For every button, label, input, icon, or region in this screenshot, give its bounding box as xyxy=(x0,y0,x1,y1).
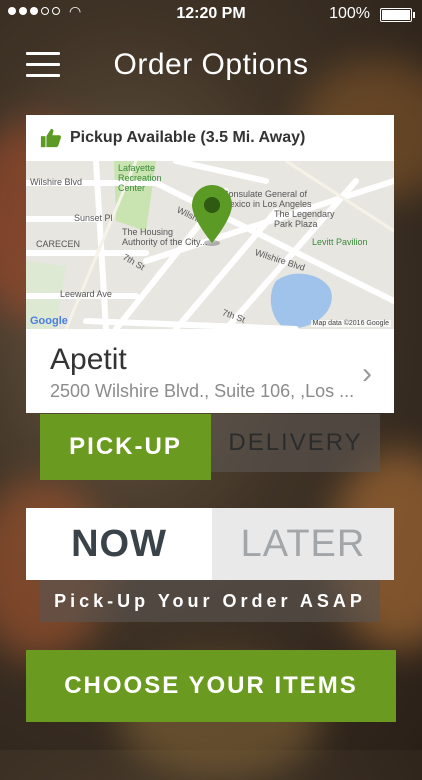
map-pin-icon xyxy=(192,185,232,246)
map[interactable]: Wilshire Blvd Lafayette Recreation Cente… xyxy=(26,161,394,329)
page-title: Order Options xyxy=(113,48,309,81)
map-label: Consulate General of Mexico in Los Angel… xyxy=(222,189,312,209)
restaurant-row[interactable]: Apetit 2500 Wilshire Blvd., Suite 106, ,… xyxy=(26,329,394,413)
restaurant-name: Apetit xyxy=(50,343,127,376)
pickup-hint: Pick-Up Your Order ASAP xyxy=(40,580,380,622)
order-time-toggle: NOW LATER xyxy=(26,508,394,580)
later-button[interactable]: LATER xyxy=(212,508,394,580)
restaurant-address: 2500 Wilshire Blvd., Suite 106, ,Los ... xyxy=(50,381,355,401)
pickup-availability: Pickup Available (3.5 Mi. Away) xyxy=(26,115,394,161)
battery-icon xyxy=(380,8,415,22)
map-label: Wilshire Blvd xyxy=(30,177,83,187)
chevron-right-icon: › xyxy=(362,357,372,390)
map-credit: Map data ©2016 Google xyxy=(310,320,391,327)
map-label: Lafayette Recreation Center xyxy=(118,163,162,193)
delivery-button[interactable]: DELIVERY xyxy=(211,414,380,472)
google-logo: Google xyxy=(30,315,68,327)
map-label: Leeward Ave xyxy=(60,289,112,299)
header: Order Options xyxy=(0,38,422,92)
battery-percent: 100% xyxy=(329,5,370,22)
status-bar: ◠ 12:20 PM 100% xyxy=(0,0,422,28)
now-button[interactable]: NOW xyxy=(26,508,212,580)
location-card: Pickup Available (3.5 Mi. Away) Wilshire… xyxy=(26,115,394,413)
pickup-button[interactable]: PICK-UP xyxy=(40,414,211,480)
thumbs-up-icon xyxy=(40,128,61,148)
map-label: CARECEN xyxy=(36,239,81,249)
map-label: Levitt Pavilion xyxy=(312,237,368,247)
pickup-availability-label: Pickup Available (3.5 Mi. Away) xyxy=(70,129,306,146)
choose-items-button[interactable]: CHOOSE YOUR ITEMS xyxy=(26,650,396,722)
order-mode-toggle: PICK-UP DELIVERY xyxy=(40,414,380,480)
map-label: Sunset Pl xyxy=(74,213,113,223)
map-label: The Legendary Park Plaza xyxy=(274,209,335,229)
